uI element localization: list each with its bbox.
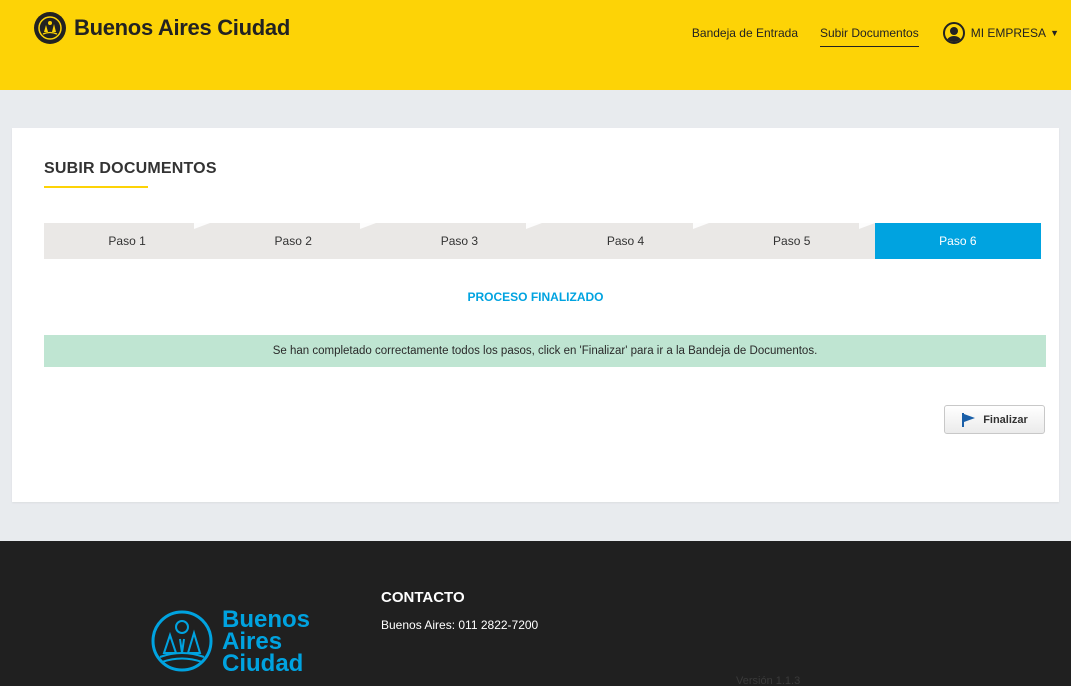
success-alert-text: Se han completado correctamente todos lo… bbox=[272, 345, 818, 357]
top-header: Buenos Aires Ciudad Bandeja de Entrada S… bbox=[0, 0, 1071, 90]
contact-title: CONTACTO bbox=[381, 589, 465, 606]
city-seal-icon bbox=[34, 12, 66, 44]
user-menu[interactable]: MI EMPRESA ▼ bbox=[942, 22, 1059, 50]
finalizar-button[interactable]: Finalizar bbox=[944, 405, 1045, 434]
footer-logo-text: Buenos Aires Ciudad bbox=[222, 608, 322, 677]
wizard-steps: Paso 1 Paso 2 Paso 3 Paso 4 Paso 5 Paso … bbox=[44, 223, 1041, 259]
nav-inbox-link[interactable]: Bandeja de Entrada bbox=[692, 26, 798, 46]
title-underline bbox=[44, 186, 148, 188]
footer-logo-line-3: Ciudad bbox=[222, 650, 304, 677]
footer-logo: Buenos Aires Ciudad bbox=[150, 608, 322, 678]
user-avatar-icon bbox=[942, 22, 965, 44]
nav-upload-link[interactable]: Subir Documentos bbox=[820, 26, 919, 47]
brand[interactable]: Buenos Aires Ciudad bbox=[34, 12, 290, 44]
flag-icon bbox=[961, 412, 976, 427]
process-status-title: PROCESO FINALIZADO bbox=[467, 290, 604, 304]
main-nav: Bandeja de Entrada Subir Documentos MI E… bbox=[670, 22, 1059, 50]
page-title: SUBIR DOCUMENTOS bbox=[44, 160, 217, 177]
city-emblem-icon bbox=[150, 609, 214, 678]
finalizar-button-label: Finalizar bbox=[983, 413, 1028, 426]
step-6-active[interactable]: Paso 6 bbox=[874, 223, 1041, 259]
step-4[interactable]: Paso 4 bbox=[542, 223, 709, 259]
success-alert: Se han completado correctamente todos lo… bbox=[44, 335, 1046, 367]
step-1[interactable]: Paso 1 bbox=[44, 223, 211, 259]
caret-down-icon: ▼ bbox=[1050, 28, 1059, 38]
brand-name: Buenos Aires Ciudad bbox=[74, 15, 290, 40]
footer: Buenos Aires Ciudad CONTACTO Buenos Aire… bbox=[0, 541, 1071, 686]
upload-card: SUBIR DOCUMENTOS Paso 1 Paso 2 Paso 3 Pa… bbox=[12, 128, 1059, 502]
contact-phone: Buenos Aires: 011 2822-7200 bbox=[381, 618, 539, 632]
step-2[interactable]: Paso 2 bbox=[210, 223, 377, 259]
version-label: Versión 1.1.3 bbox=[736, 675, 801, 686]
step-5[interactable]: Paso 5 bbox=[708, 223, 875, 259]
user-menu-label: MI EMPRESA bbox=[970, 26, 1047, 40]
step-3[interactable]: Paso 3 bbox=[376, 223, 543, 259]
